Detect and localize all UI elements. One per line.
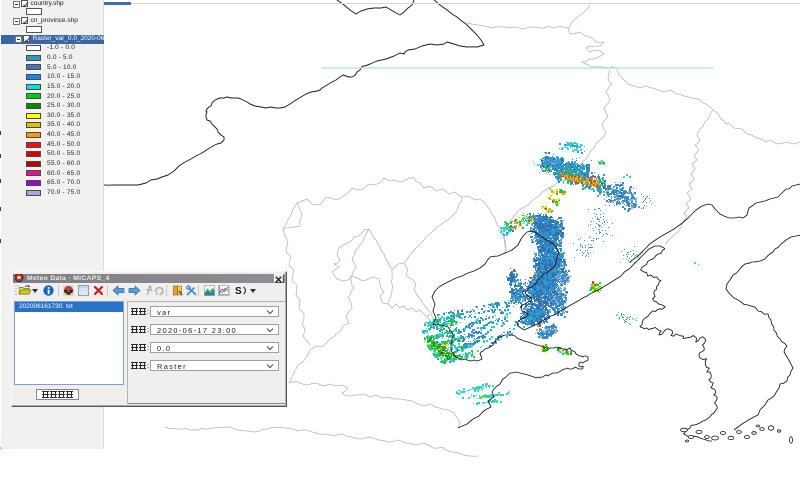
svg-text:S: S: [235, 286, 242, 296]
